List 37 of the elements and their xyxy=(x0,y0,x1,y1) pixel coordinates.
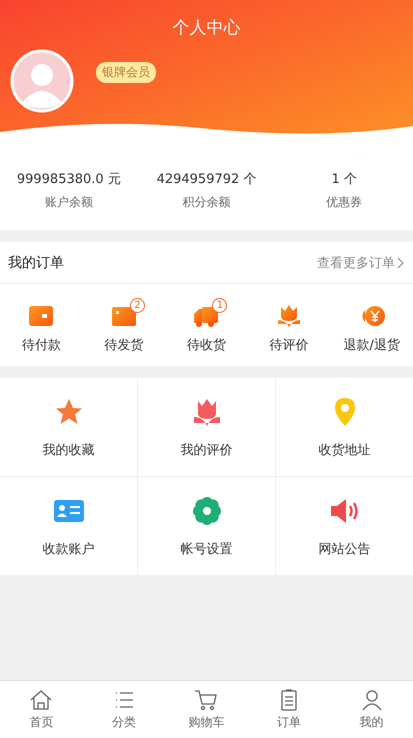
service-tile[interactable]: 我的评价 xyxy=(138,378,275,476)
member-badge: 银牌会员 xyxy=(96,62,156,82)
stat-label: 账户余额 xyxy=(44,194,93,210)
service-tile[interactable]: 收款账户 xyxy=(0,477,137,575)
stat-value: 999985380.0 元 xyxy=(16,170,121,188)
stat-value: 4294959792 个 xyxy=(156,170,256,188)
avatar[interactable] xyxy=(10,49,74,113)
section-title: 我的订单 xyxy=(8,254,64,272)
user-icon xyxy=(360,688,384,710)
count-badge: 2 xyxy=(130,298,145,313)
truck-icon xyxy=(193,304,220,328)
stat-label: 优惠券 xyxy=(326,194,362,210)
box-icon xyxy=(110,304,137,328)
service-tile[interactable]: 网站公告 xyxy=(276,477,413,575)
order-status-button[interactable]: 1 待收货 xyxy=(165,296,248,354)
service-tile[interactable]: 我的收藏 xyxy=(0,378,137,476)
page-title: 个人中心 xyxy=(172,17,240,39)
order-status-button[interactable]: 待评价 xyxy=(248,296,330,354)
order-status-button[interactable]: 退款/退货 xyxy=(330,296,413,354)
service-tile[interactable]: 帐号设置 xyxy=(138,477,275,575)
order-status-button[interactable]: 待付款 xyxy=(0,296,83,354)
stat-label: 积分余额 xyxy=(182,194,230,210)
tab-item[interactable]: 订单 xyxy=(248,681,330,738)
wallet-icon xyxy=(28,304,54,328)
tab-item[interactable]: 分类 xyxy=(82,681,166,738)
count-badge: 1 xyxy=(212,298,228,313)
tab-item[interactable]: 购物车 xyxy=(165,681,248,738)
more-orders-link[interactable]: 查看更多订单 xyxy=(317,254,405,272)
chevron-right-icon xyxy=(397,256,405,268)
tab-item[interactable]: 首页 xyxy=(0,681,83,738)
stat-value: 1 个 xyxy=(331,170,357,188)
service-tile[interactable]: 收货地址 xyxy=(276,378,413,476)
home-icon xyxy=(29,688,54,710)
tab-item[interactable]: 我的 xyxy=(330,681,413,738)
order-status-button[interactable]: 2 待发货 xyxy=(82,296,166,354)
tulip-icon xyxy=(276,304,302,328)
cart-icon xyxy=(194,688,218,710)
